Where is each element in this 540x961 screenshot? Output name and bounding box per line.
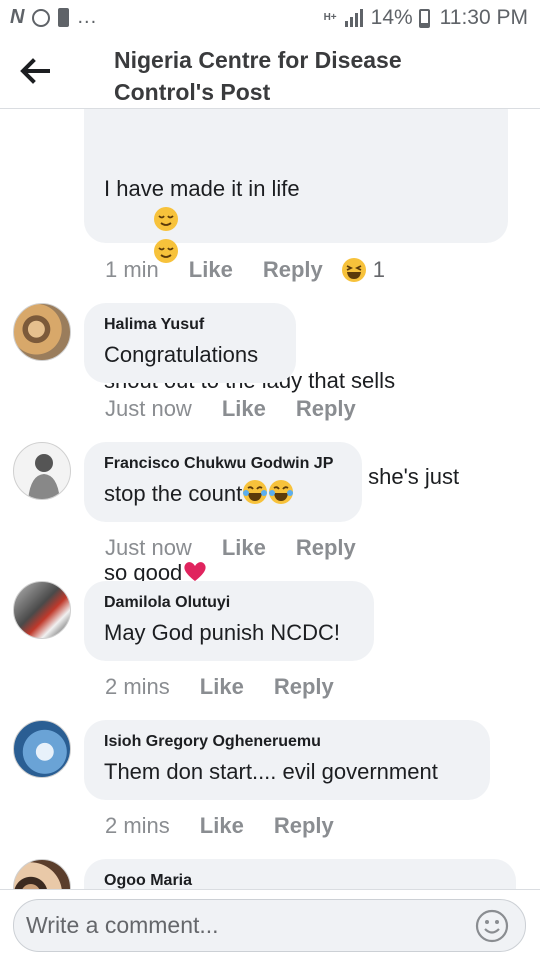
- relieved-face-emoji-icon: [153, 207, 178, 231]
- person-silhouette-icon: [28, 454, 60, 499]
- battery-icon: [418, 8, 430, 28]
- comment-meta: Just now Like Reply: [105, 535, 356, 561]
- comment-author[interactable]: Halima Yusuf: [104, 313, 278, 337]
- post-header: Nigeria Centre for Disease Control's Pos…: [0, 36, 540, 109]
- tears-of-joy-emoji-icon: [269, 480, 294, 504]
- overflow-indicator: ...: [77, 6, 98, 28]
- reply-button[interactable]: Reply: [296, 396, 356, 422]
- reply-button[interactable]: Reply: [263, 257, 323, 283]
- battery-percent: 14%: [370, 6, 413, 29]
- network-type: H+: [323, 12, 337, 23]
- reply-button[interactable]: Reply: [274, 813, 334, 839]
- reply-button[interactable]: Reply: [296, 535, 356, 561]
- like-button[interactable]: Like: [222, 535, 266, 561]
- comment-time: 2 mins: [105, 813, 170, 838]
- comment-meta: Just now Like Reply: [105, 396, 356, 422]
- comment-time: Just now: [105, 535, 192, 560]
- reaction-count: 1: [372, 257, 385, 282]
- comment-composer-bar: Write a comment...: [0, 889, 540, 961]
- comment-text: Them don start.... evil government: [104, 759, 438, 784]
- avatar[interactable]: [13, 859, 71, 889]
- comment-bubble: Halima Yusuf Congratulations: [84, 303, 296, 383]
- comment-input[interactable]: Write a comment...: [13, 899, 526, 952]
- like-button[interactable]: Like: [222, 396, 266, 422]
- like-button[interactable]: Like: [200, 674, 244, 700]
- status-bar: N ... H+ 14% 11:30 PM: [0, 0, 540, 36]
- comment-author[interactable]: Damilola Olutuyi: [104, 591, 356, 615]
- tears-of-joy-emoji-icon: [243, 480, 268, 504]
- signal-icon: [344, 9, 365, 27]
- page-title-line1: Nigeria Centre for Disease: [114, 47, 402, 73]
- avatar[interactable]: [13, 720, 71, 778]
- whatsapp-icon: [32, 8, 51, 27]
- comment-bubble: Damilola Olutuyi May God punish NCDC!: [84, 581, 374, 661]
- smiley-icon: [475, 909, 509, 943]
- comment-text: Congratulations: [104, 342, 259, 367]
- alert-icon: [58, 8, 70, 27]
- comment-meta: 2 mins Like Reply: [105, 813, 334, 839]
- avatar[interactable]: [13, 442, 71, 500]
- comment-text: stop the count: [104, 481, 243, 506]
- comment-time: 2 mins: [105, 674, 170, 699]
- like-button[interactable]: Like: [189, 257, 233, 283]
- comment-bubble: I have made it in life shout out to the …: [84, 109, 508, 615]
- like-button[interactable]: Like: [200, 813, 244, 839]
- reaction-summary[interactable]: 1: [341, 257, 385, 283]
- comment-meta: 2 mins Like Reply: [105, 674, 334, 700]
- comment-line: I have made it in life: [104, 176, 300, 201]
- n-icon: N: [10, 6, 25, 28]
- emoji-button[interactable]: [475, 909, 509, 943]
- back-button[interactable]: [18, 56, 52, 86]
- page-title-line2: Control's Post: [114, 79, 271, 105]
- avatar[interactable]: [13, 581, 71, 639]
- comment-text-row: stop the count: [104, 478, 344, 510]
- reply-button[interactable]: Reply: [274, 674, 334, 700]
- comment-author[interactable]: Ogoo Maria: [104, 869, 498, 889]
- comment-input-placeholder: Write a comment...: [26, 912, 219, 938]
- avatar[interactable]: [13, 303, 71, 361]
- comment-meta: 1 min Like Reply 1: [105, 257, 385, 283]
- comment-bubble: Isioh Gregory Ogheneruemu Them don start…: [84, 720, 490, 800]
- comments-feed[interactable]: I have made it in life shout out to the …: [0, 109, 540, 889]
- back-arrow-icon: [20, 58, 50, 84]
- comment-author[interactable]: Francisco Chukwu Godwin JP: [104, 452, 344, 476]
- haha-reaction-icon: [341, 258, 366, 282]
- comment-time: Just now: [105, 396, 192, 421]
- comment-bubble: Ogoo Maria: [84, 859, 516, 889]
- clock: 11:30 PM: [439, 6, 528, 29]
- page-title: Nigeria Centre for Disease Control's Pos…: [114, 44, 514, 108]
- comment-text: May God punish NCDC!: [104, 620, 340, 645]
- comment-time: 1 min: [105, 257, 159, 282]
- comment-author[interactable]: Isioh Gregory Ogheneruemu: [104, 730, 472, 754]
- comment-bubble: Francisco Chukwu Godwin JP stop the coun…: [84, 442, 362, 522]
